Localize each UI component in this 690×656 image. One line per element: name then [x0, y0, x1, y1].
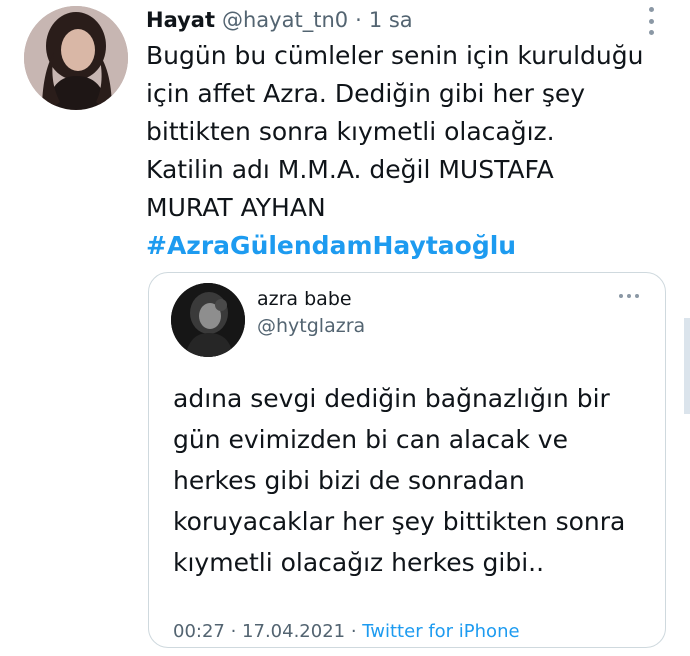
- tweet-time[interactable]: 1 sa: [369, 8, 413, 32]
- quoted-text-line: gün evimizden bi can alacak ve: [173, 425, 568, 454]
- quoted-author-name[interactable]: azra babe: [257, 288, 352, 310]
- vertical-dots-icon[interactable]: [646, 7, 656, 35]
- author-avatar[interactable]: [24, 6, 128, 110]
- scrollbar[interactable]: [684, 318, 690, 414]
- quoted-text-line: herkes gibi bizi de sonradan: [173, 466, 525, 495]
- quoted-source-link[interactable]: Twitter for iPhone: [362, 621, 519, 642]
- quoted-author-photo: [171, 283, 245, 357]
- quoted-timestamp[interactable]: 00:27 · 17.04.2021 ·: [173, 621, 362, 642]
- quoted-author-avatar[interactable]: [171, 283, 245, 357]
- quoted-tweet[interactable]: azra babe @hytglazra adına sevgi dediğin…: [148, 272, 666, 648]
- tweet-text-line: için affet Azra. Dediğin gibi her şey: [146, 79, 586, 108]
- header-separator: ·: [355, 8, 362, 32]
- author-handle[interactable]: @hayat_tn0: [222, 8, 348, 32]
- horizontal-dots-icon[interactable]: [619, 293, 639, 299]
- tweet-header: Hayat @hayat_tn0 · 1 sa: [146, 4, 670, 36]
- quoted-tweet-text: adına sevgi dediğin bağnazlığın bir gün …: [173, 378, 653, 583]
- author-photo: [24, 6, 128, 110]
- tweet-text-line: Bugün bu cümleler senin için kurulduğu: [146, 41, 644, 70]
- quoted-text-line: kıymetli olacağız herkes gibi..: [173, 548, 545, 577]
- tweet-text-line: Katilin adı M.M.A. değil MUSTAFA: [146, 155, 554, 184]
- quoted-author-handle[interactable]: @hytglazra: [257, 315, 365, 337]
- author-name[interactable]: Hayat: [146, 8, 215, 32]
- tweet-text-line: bittikten sonra kıymetli olacağız.: [146, 117, 555, 146]
- hashtag-link[interactable]: #AzraGülendamHaytaoğlu: [146, 227, 666, 265]
- quoted-text-line: adına sevgi dediğin bağnazlığın bir: [173, 384, 610, 413]
- quoted-tweet-meta: 00:27 · 17.04.2021 · Twitter for iPhone: [173, 621, 520, 642]
- tweet-text: Bugün bu cümleler senin için kurulduğu i…: [146, 37, 666, 265]
- tweet-text-line: MURAT AYHAN: [146, 193, 326, 222]
- quoted-text-line: koruyacaklar her şey bittikten sonra: [173, 507, 626, 536]
